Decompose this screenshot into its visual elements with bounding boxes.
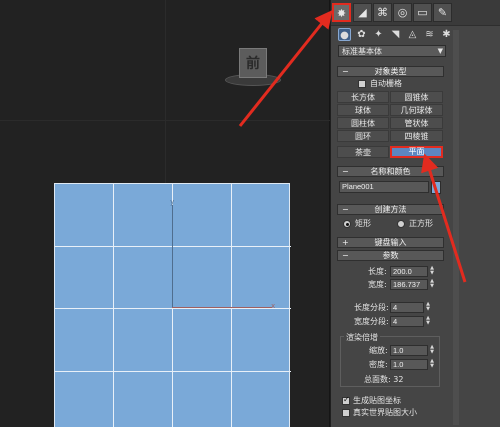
create-icon[interactable]: ✸ [332, 3, 351, 22]
density-spinner[interactable]: ▲ ▼ [429, 359, 435, 370]
cylinder-button[interactable]: 圆柱体 [337, 117, 389, 129]
width-spinner[interactable]: ▲ ▼ [429, 279, 435, 290]
pyramid-button[interactable]: 四棱锥 [390, 130, 443, 142]
real-world-map-label: 真实世界贴图大小 [353, 408, 417, 417]
object-color-swatch[interactable] [431, 181, 441, 194]
rollout-parameters[interactable]: − 参数 [337, 250, 444, 261]
chevron-down-icon: ▼ [437, 47, 443, 55]
width-segs-label: 宽度分段: [354, 317, 389, 326]
tube-button[interactable]: 管状体 [390, 117, 443, 129]
viewport[interactable]: 前 y x [0, 0, 330, 427]
expand-icon: + [342, 238, 349, 247]
object-category-icons: ● ✿ ✦ ◥ ◬ ≋ ✱ [337, 28, 497, 42]
lights-icon[interactable]: ✦ [372, 28, 385, 41]
square-label: 正方形 [409, 219, 433, 228]
panel-scrollbar[interactable] [453, 30, 459, 425]
plane-button[interactable]: 平面 [390, 146, 443, 158]
real-world-map-checkbox[interactable] [342, 409, 350, 417]
gen-map-coords-label: 生成贴图坐标 [353, 396, 401, 405]
width-segs-field[interactable]: 4 [390, 316, 424, 327]
viewcube[interactable]: 前 [225, 48, 281, 88]
plane-grid-line [55, 308, 291, 309]
width-field[interactable]: 186.737 [390, 279, 428, 290]
collapse-icon: − [342, 251, 349, 260]
utilities-icon[interactable]: ✎ [433, 3, 452, 22]
length-segs-label: 长度分段: [354, 303, 389, 312]
square-radio[interactable] [397, 220, 405, 228]
systems-icon[interactable]: ✱ [440, 28, 453, 41]
length-label: 长度: [368, 267, 387, 276]
density-label: 密度: [369, 360, 388, 369]
rollout-name-color[interactable]: − 名称和颜色 [337, 166, 444, 177]
rollout-creation-method[interactable]: − 创建方法 [337, 204, 444, 215]
spacewarps-icon[interactable]: ≋ [423, 28, 436, 41]
scale-field[interactable]: 1.0 [390, 345, 428, 356]
total-faces: 总面数: 32 [364, 375, 404, 384]
rollout-keyboard-entry[interactable]: + 键盘输入 [337, 237, 444, 248]
scale-label: 缩放: [369, 346, 388, 355]
plane-grid-line [113, 184, 114, 427]
teapot-button[interactable]: 茶壶 [337, 146, 389, 158]
plane-grid-line [231, 184, 232, 427]
primitive-type-value: 标准基本体 [342, 47, 382, 56]
scale-spinner[interactable]: ▲ ▼ [429, 345, 435, 356]
motion-icon[interactable]: ◎ [393, 3, 412, 22]
cameras-icon[interactable]: ◥ [389, 28, 402, 41]
gen-map-coords-checkbox[interactable] [342, 395, 350, 405]
axis-y-label: y [170, 198, 175, 206]
rollout-title: 对象类型 [374, 67, 407, 76]
length-field[interactable]: 200.0 [390, 266, 428, 277]
density-field[interactable]: 1.0 [390, 359, 428, 370]
rollout-title: 名称和颜色 [370, 167, 411, 176]
modify-icon[interactable]: ◢ [353, 3, 372, 22]
plane-grid-line [55, 371, 291, 372]
length-segs-spinner[interactable]: ▲ ▼ [425, 302, 431, 313]
length-spinner[interactable]: ▲ ▼ [429, 266, 435, 277]
helpers-icon[interactable]: ◬ [406, 28, 419, 41]
cone-button[interactable]: 圆锥体 [390, 91, 443, 103]
axis-y [172, 205, 173, 308]
render-multipliers-title: 渲染倍增 [344, 332, 380, 343]
sphere-button[interactable]: 球体 [337, 104, 389, 116]
length-segs-field[interactable]: 4 [390, 302, 424, 313]
command-panel-tabs: ✸ ◢ ⌘ ◎ ▭ ✎ [331, 0, 500, 26]
object-name-field[interactable]: Plane001 [339, 181, 429, 193]
panel-scrollbar-thumb[interactable] [453, 30, 459, 425]
axis-x-label: x [271, 302, 276, 310]
autogrid-label: 自动栅格 [370, 79, 402, 88]
rectangle-label: 矩形 [355, 219, 371, 228]
collapse-icon: − [342, 205, 349, 214]
rollout-title: 创建方法 [374, 205, 407, 214]
rollout-title: 参数 [382, 251, 399, 260]
collapse-icon: − [342, 167, 349, 176]
rollout-title: 键盘输入 [374, 238, 407, 247]
box-button[interactable]: 长方体 [337, 91, 389, 103]
shapes-icon[interactable]: ✿ [355, 28, 368, 41]
rectangle-radio[interactable] [343, 220, 351, 228]
viewcube-face-front[interactable]: 前 [239, 48, 267, 78]
primitive-type-dropdown[interactable]: 标准基本体 ▼ [338, 45, 446, 57]
axis-x [172, 307, 272, 308]
torus-button[interactable]: 圆环 [337, 130, 389, 142]
width-segs-spinner[interactable]: ▲ ▼ [425, 316, 431, 327]
width-label: 宽度: [368, 280, 387, 289]
plane-grid-line [55, 246, 291, 247]
collapse-icon: − [342, 67, 349, 76]
rollout-object-type[interactable]: − 对象类型 [337, 66, 444, 77]
hierarchy-icon[interactable]: ⌘ [373, 3, 392, 22]
display-icon[interactable]: ▭ [413, 3, 432, 22]
geosphere-button[interactable]: 几何球体 [390, 104, 443, 116]
geometry-icon[interactable]: ● [338, 28, 351, 41]
autogrid-checkbox[interactable] [358, 80, 366, 88]
